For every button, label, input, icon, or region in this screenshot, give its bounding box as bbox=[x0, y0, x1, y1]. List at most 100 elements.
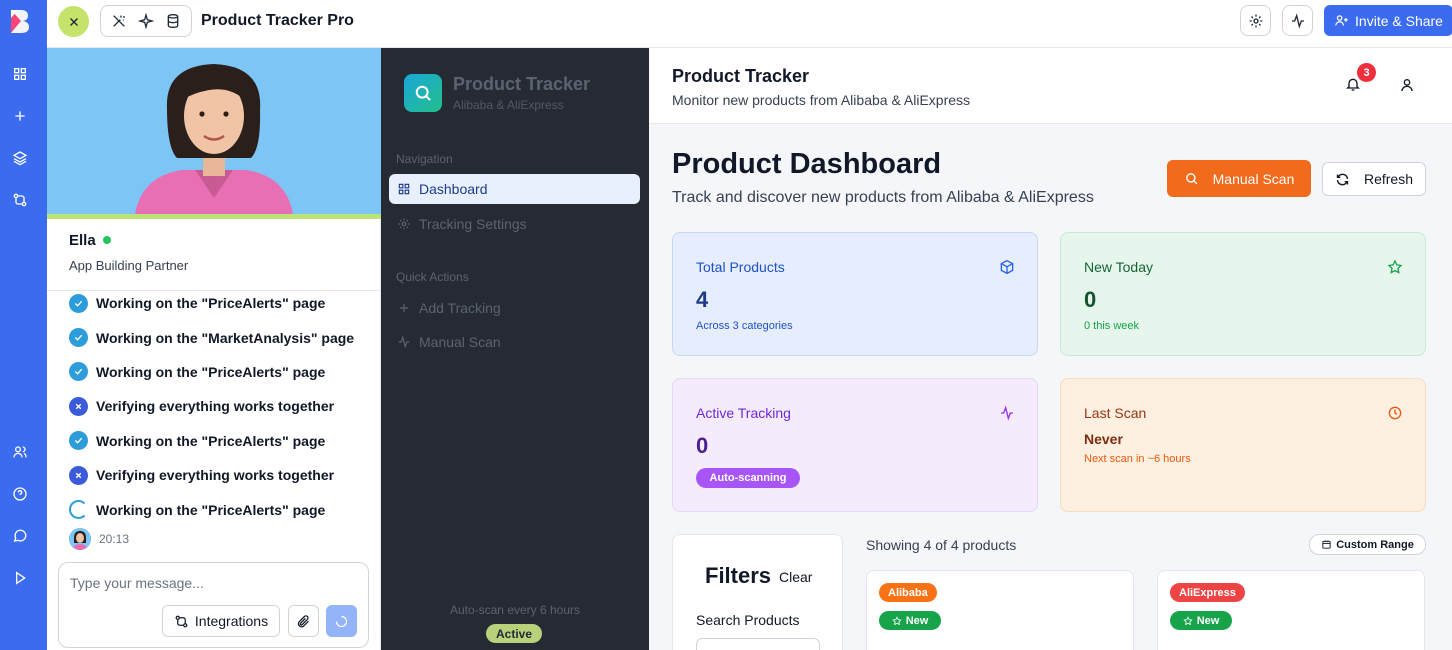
integrations-label: Integrations bbox=[194, 613, 269, 629]
page-subtitle: Track and discover new products from Ali… bbox=[672, 189, 1094, 206]
main-header: Product Tracker Monitor new products fro… bbox=[649, 48, 1452, 124]
loading-icon bbox=[335, 615, 348, 627]
filters-panel: Filters Clear Search Products bbox=[672, 534, 843, 650]
invite-share-button[interactable]: Invite & Share bbox=[1324, 5, 1452, 36]
progress-steps: Working on the "PriceAlerts" page Workin… bbox=[69, 286, 379, 527]
attach-button[interactable] bbox=[288, 605, 319, 637]
database-tool-button[interactable] bbox=[165, 13, 181, 29]
search-products-input[interactable] bbox=[696, 638, 820, 650]
brand-name: Product Tracker bbox=[453, 74, 591, 94]
manual-scan-button[interactable]: Manual Scan bbox=[1167, 160, 1311, 197]
nav-heading: Navigation bbox=[396, 152, 453, 166]
help-icon[interactable] bbox=[10, 484, 30, 504]
sidebar-item-dashboard[interactable]: Dashboard bbox=[389, 174, 640, 204]
layers-icon[interactable] bbox=[10, 148, 30, 168]
step-item: Working on the "MarketAnalysis" page bbox=[69, 320, 379, 354]
check-icon bbox=[69, 293, 88, 313]
chat-icon[interactable] bbox=[10, 526, 30, 546]
product-card[interactable]: AliExpress New bbox=[1157, 570, 1425, 650]
sidebar-item-add-tracking[interactable]: Add Tracking bbox=[389, 293, 640, 323]
step-item: Working on the "PriceAlerts" page bbox=[69, 355, 379, 389]
activity-icon bbox=[999, 405, 1015, 426]
star-icon bbox=[1387, 259, 1403, 280]
new-badge: New bbox=[879, 611, 941, 630]
top-bar: Product Tracker Pro Invite & Share bbox=[47, 0, 1452, 48]
users-icon[interactable] bbox=[10, 442, 30, 462]
integrations-button[interactable]: Integrations bbox=[162, 605, 280, 637]
spinner-icon bbox=[69, 500, 88, 520]
step-item: Working on the "PriceAlerts" page bbox=[69, 286, 379, 320]
sparkle-tool-button[interactable] bbox=[137, 13, 154, 29]
close-button[interactable] bbox=[58, 6, 89, 37]
app-title: Product Tracker Pro bbox=[201, 12, 354, 29]
plus-icon[interactable] bbox=[10, 106, 30, 126]
database-icon bbox=[167, 14, 179, 29]
clear-filters-button[interactable]: Clear bbox=[779, 569, 812, 585]
cube-icon bbox=[999, 259, 1015, 280]
activity-button[interactable] bbox=[1282, 5, 1313, 36]
header-title: Product Tracker bbox=[672, 66, 810, 86]
header-subtitle: Monitor new products from Alibaba & AliE… bbox=[672, 92, 971, 108]
agent-chat-panel: Ella App Building Partner Working on the… bbox=[47, 48, 381, 650]
stat-label: Total Products bbox=[696, 259, 785, 275]
product-card[interactable]: Alibaba New bbox=[866, 570, 1134, 650]
check-icon bbox=[69, 328, 88, 348]
clock-icon bbox=[1387, 405, 1403, 426]
x-circle-icon bbox=[69, 396, 88, 416]
step-label: Working on the "PriceAlerts" page bbox=[96, 363, 326, 380]
stat-value: Never bbox=[1084, 431, 1123, 447]
git-compare-icon[interactable] bbox=[10, 190, 30, 210]
stat-value: 0 bbox=[1084, 287, 1097, 312]
no-magic-icon bbox=[112, 15, 125, 27]
star-icon bbox=[892, 615, 902, 625]
stat-value: 4 bbox=[696, 287, 709, 312]
stat-value: 0 bbox=[696, 433, 709, 458]
page-title: Product Dashboard bbox=[672, 148, 942, 180]
sidebar-item-tracking-settings[interactable]: Tracking Settings bbox=[389, 209, 640, 239]
message-input[interactable] bbox=[70, 575, 360, 591]
grid-icon bbox=[398, 183, 410, 195]
message-time: 20:13 bbox=[99, 532, 130, 546]
results-count: Showing 4 of 4 products bbox=[866, 537, 1017, 553]
tool-group bbox=[100, 5, 192, 37]
step-label: Working on the "PriceAlerts" page bbox=[96, 295, 326, 312]
avatar-progress-bar bbox=[47, 214, 381, 219]
paperclip-icon bbox=[297, 614, 309, 627]
brand-logo[interactable] bbox=[404, 74, 442, 112]
step-item: Verifying everything works together bbox=[69, 458, 379, 492]
send-button[interactable] bbox=[326, 605, 357, 637]
source-badge: Alibaba bbox=[879, 583, 937, 602]
sidebar-item-label: Add Tracking bbox=[419, 300, 501, 316]
stat-label: New Today bbox=[1084, 259, 1154, 275]
refresh-label: Refresh bbox=[1363, 171, 1414, 187]
user-menu-button[interactable] bbox=[1399, 77, 1415, 98]
new-badge: New bbox=[1170, 611, 1232, 630]
main-content: Product Tracker Monitor new products fro… bbox=[649, 48, 1452, 650]
sidebar-item-manual-scan[interactable]: Manual Scan bbox=[389, 327, 640, 357]
new-badge-label: New bbox=[905, 614, 929, 627]
notification-count-badge: 3 bbox=[1357, 63, 1376, 82]
sidebar-item-label: Tracking Settings bbox=[419, 216, 527, 232]
step-label: Working on the "MarketAnalysis" page bbox=[96, 329, 355, 346]
source-badge: AliExpress bbox=[1170, 583, 1245, 602]
left-rail bbox=[0, 0, 47, 650]
check-icon bbox=[69, 431, 88, 451]
wand-tool-button[interactable] bbox=[111, 13, 127, 29]
online-status-dot bbox=[103, 236, 111, 244]
custom-range-button[interactable]: Custom Range bbox=[1309, 534, 1426, 555]
refresh-button[interactable]: Refresh bbox=[1322, 162, 1426, 196]
play-icon[interactable] bbox=[10, 568, 30, 588]
message-meta: 20:13 bbox=[69, 528, 129, 550]
activity-icon bbox=[1291, 12, 1304, 29]
step-item: Working on the "PriceAlerts" page bbox=[69, 492, 379, 526]
app-logo-icon[interactable] bbox=[8, 8, 30, 34]
filters-title: Filters bbox=[705, 563, 772, 588]
stat-card-new-today: New Today 0 0 this week bbox=[1060, 232, 1426, 356]
step-label: Verifying everything works together bbox=[96, 467, 335, 484]
settings-button[interactable] bbox=[1240, 5, 1271, 36]
agent-avatar-hero bbox=[47, 48, 381, 214]
apps-icon[interactable] bbox=[10, 64, 30, 84]
step-item: Working on the "PriceAlerts" page bbox=[69, 424, 379, 458]
stat-subtext: Across 3 categories bbox=[696, 320, 793, 332]
new-badge-label: New bbox=[1196, 614, 1220, 627]
